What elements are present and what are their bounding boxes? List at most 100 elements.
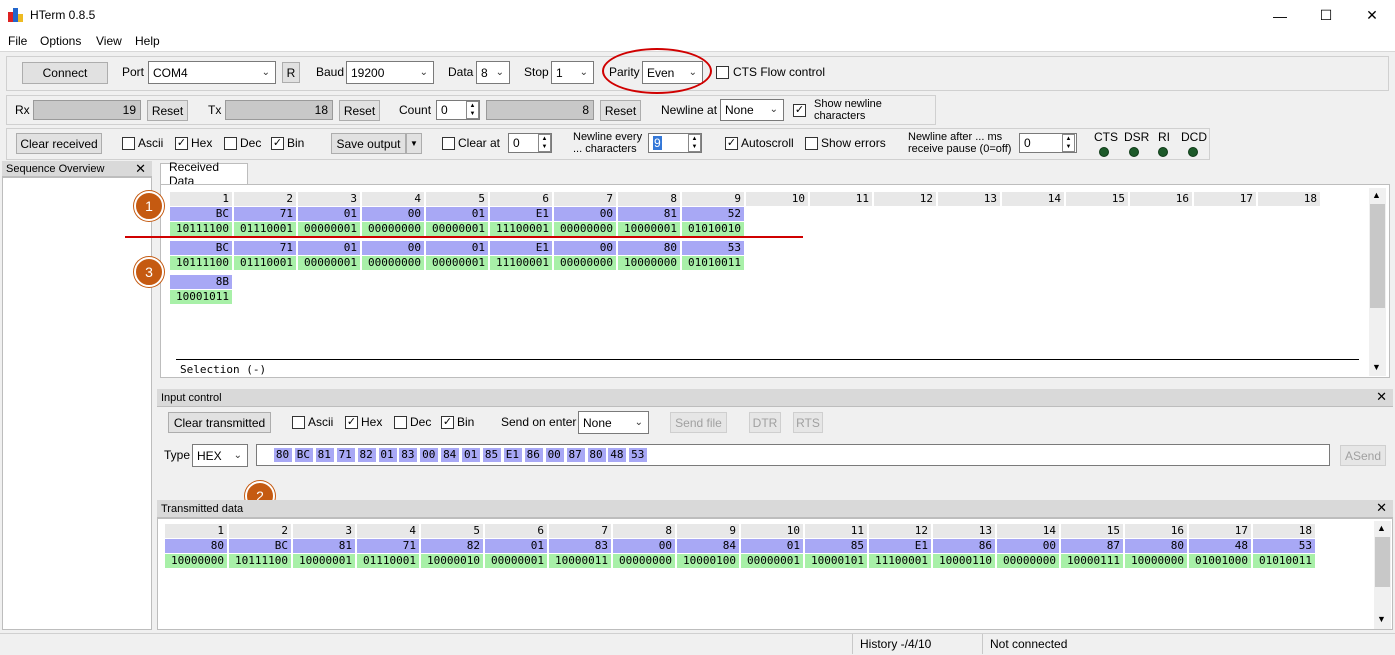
hex-cell: 00 [997,539,1059,553]
spin-down-icon[interactable]: ▼ [470,111,476,117]
scroll-down-icon[interactable]: ▼ [1372,362,1381,372]
hex-cell: 71 [357,539,419,553]
close-icon[interactable]: ✕ [135,161,146,177]
transmitted-scroll-thumb[interactable] [1375,537,1390,587]
column-header: 1 [170,192,232,206]
bin-cell: 00000000 [362,222,424,236]
send-file-button[interactable]: Send file [670,412,727,433]
recv-bin-checkbox[interactable]: ✓ [271,137,284,150]
dtr-button[interactable]: DTR [749,412,781,433]
recv-ascii-checkbox[interactable] [122,137,135,150]
hex-cell: BC [170,207,232,221]
clear-transmitted-button[interactable]: Clear transmitted [168,412,271,433]
spin-down-icon[interactable]: ▼ [542,144,548,150]
rts-button[interactable]: RTS [793,412,823,433]
scroll-down-icon[interactable]: ▼ [1377,614,1386,624]
menu-options[interactable]: Options [40,34,81,48]
bin-cell: 01110001 [357,554,419,568]
parity-highlight-ellipse [602,48,712,94]
newline-at-value: None [725,103,754,117]
spin-up-icon[interactable]: ▲ [1066,136,1072,142]
clear-received-button[interactable]: Clear received [16,133,102,154]
close-button[interactable]: ✕ [1349,0,1395,31]
show-errors-checkbox[interactable] [805,137,818,150]
selection-divider [176,359,1359,360]
input-hex-token: 48 [608,448,627,462]
scroll-up-icon[interactable]: ▲ [1372,190,1381,200]
column-header: 12 [869,524,931,538]
input-hex-checkbox[interactable]: ✓ [345,416,358,429]
input-ascii-checkbox[interactable] [292,416,305,429]
newline-after-label: Newline after ... ms receive pause (0=of… [908,131,1012,155]
bin-cell: 01001000 [1189,554,1251,568]
close-icon[interactable]: ✕ [1376,500,1387,516]
column-header: 13 [933,524,995,538]
input-hex-token: 53 [629,448,648,462]
stop-bits-select[interactable]: 1 ⌄ [551,61,594,84]
newline-at-select[interactable]: None ⌄ [720,99,784,121]
cts-flow-checkbox[interactable] [716,66,729,79]
newline-every-spinner[interactable]: ▲ ▼ [688,134,701,152]
menu-help[interactable]: Help [135,34,160,48]
bin-cell: 00000000 [554,222,616,236]
send-on-enter-select[interactable]: None ⌄ [578,411,649,434]
dcd-led-icon [1188,147,1198,157]
hex-cell: E1 [869,539,931,553]
bin-cell: 00000001 [741,554,803,568]
baud-select[interactable]: 19200 ⌄ [346,61,434,84]
column-header: 17 [1189,524,1251,538]
data-bits-label: Data [448,65,474,79]
clear-at-spinner[interactable]: ▲ ▼ [538,134,551,152]
spin-up-icon[interactable]: ▲ [542,136,548,142]
sequence-overview-list[interactable] [2,177,152,630]
rx-reset-button[interactable]: Reset [147,100,188,121]
menu-file[interactable]: File [8,34,27,48]
newline-after-spinner[interactable]: ▲ ▼ [1062,134,1075,152]
clear-at-checkbox[interactable] [442,137,455,150]
hex-cell: 80 [618,241,680,255]
maximize-button[interactable]: ☐ [1303,0,1349,31]
show-errors-label: Show errors [821,136,886,150]
rx-counter: 19 [33,100,141,120]
received-scroll-thumb[interactable] [1370,204,1385,308]
count-spinner[interactable]: ▲ ▼ [466,101,479,119]
show-newline-checkbox[interactable]: ✓ [793,104,806,117]
hex-cell: 00 [554,207,616,221]
hex-cell: 80 [165,539,227,553]
spin-down-icon[interactable]: ▼ [692,144,698,150]
tx-reset-button[interactable]: Reset [339,100,380,121]
bin-cell: 10000000 [618,256,680,270]
column-header: 16 [1130,192,1192,206]
autoscroll-checkbox[interactable]: ✓ [725,137,738,150]
spin-up-icon[interactable]: ▲ [470,103,476,109]
minimize-button[interactable]: — [1257,0,1303,31]
input-bin-checkbox[interactable]: ✓ [441,416,454,429]
close-icon[interactable]: ✕ [1376,389,1387,405]
menu-view[interactable]: View [96,34,122,48]
tab-received-data[interactable]: Received Data [160,160,248,188]
recv-dec-checkbox[interactable] [224,137,237,150]
input-dec-label: Dec [410,415,432,429]
scroll-up-icon[interactable]: ▲ [1377,523,1386,533]
save-output-dropdown-icon[interactable]: ▼ [406,133,422,154]
asend-button[interactable]: ASend [1340,445,1386,466]
spin-down-icon[interactable]: ▼ [1066,144,1072,150]
count-reset-button[interactable]: Reset [600,100,641,121]
history-status: History -/4/10 [860,637,932,651]
input-hex-token: BC [294,448,313,462]
port-label: Port [122,65,145,79]
sequence-overview-title: Sequence Overview [6,162,105,175]
dsr-signal-label: DSR [1124,130,1150,144]
connect-button[interactable]: Connect [22,62,108,84]
stop-bits-value: 1 [556,65,563,80]
input-dec-checkbox[interactable] [394,416,407,429]
port-select[interactable]: COM4 ⌄ [148,61,276,84]
type-select[interactable]: HEX ⌄ [192,444,248,467]
save-output-button[interactable]: Save output [331,133,406,154]
recv-hex-checkbox[interactable]: ✓ [175,137,188,150]
column-header: 12 [874,192,936,206]
data-bits-select[interactable]: 8 ⌄ [476,61,510,84]
refresh-ports-button[interactable]: R [282,62,300,83]
spin-up-icon[interactable]: ▲ [692,136,698,142]
autoscroll-label: Autoscroll [741,136,794,150]
